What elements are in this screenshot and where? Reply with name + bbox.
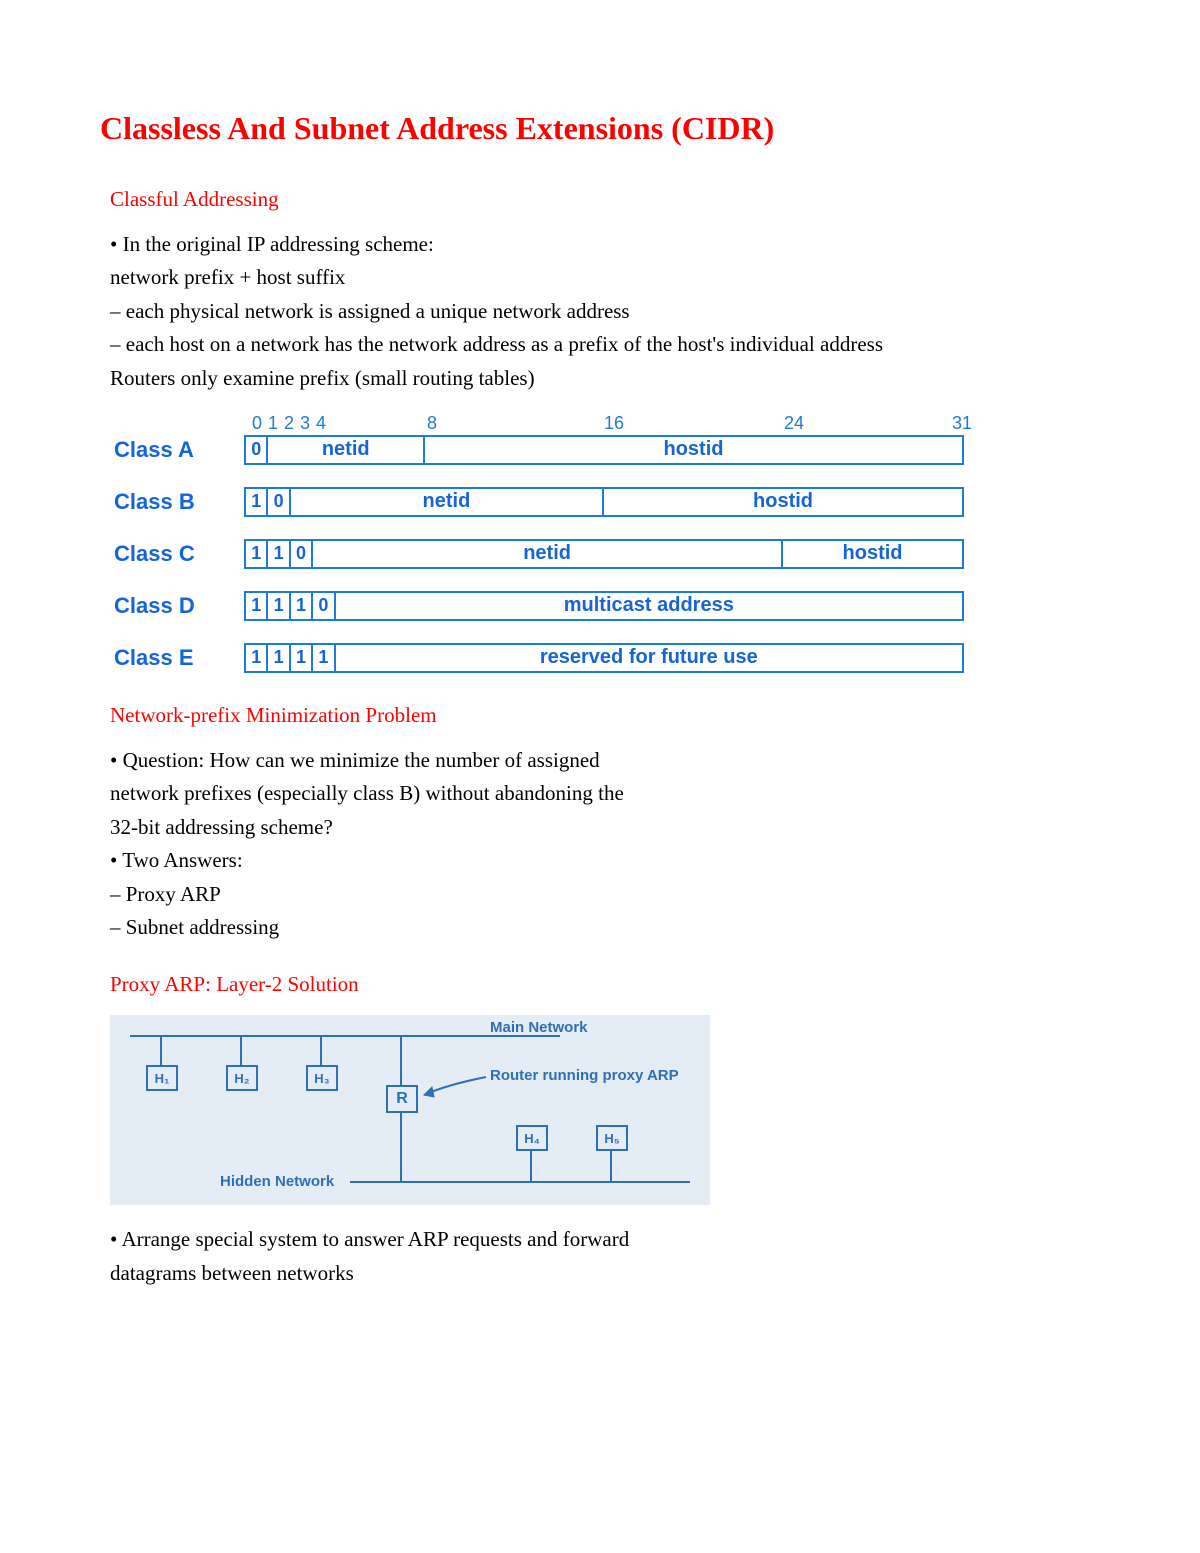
segment-reserved-for-future-use: reserved for future use [336, 645, 962, 671]
bit-marker: 1 [268, 413, 278, 434]
prefix-bit: 1 [313, 645, 335, 671]
bits-box: 1111reserved for future use [244, 643, 964, 673]
text-line: – Subnet addressing [110, 913, 890, 942]
router-drop-bottom [400, 1111, 402, 1181]
prefix-bit: 1 [291, 645, 313, 671]
prefix-bit: 1 [246, 593, 268, 619]
hidden-network-label: Hidden Network [220, 1173, 334, 1190]
bits-box: 0netidhostid [244, 435, 964, 465]
bit-marker: 2 [284, 413, 294, 434]
text-line: datagrams between networks [110, 1259, 890, 1288]
router-label: Router running proxy ARP [490, 1067, 679, 1084]
router-box: R [386, 1085, 418, 1113]
class-label: Class B [110, 489, 244, 515]
segment-hostid: hostid [425, 437, 962, 463]
proxy-arp-diagram: Main Network H₁ H₂ H₃ R Router running p… [110, 1015, 710, 1205]
page-title: Classless And Subnet Address Extensions … [100, 110, 1100, 147]
text-line: • Question: How can we minimize the numb… [110, 746, 890, 775]
bits-box: 1110multicast address [244, 591, 964, 621]
bit-marker: 8 [427, 413, 437, 434]
text-line: – each host on a network has the network… [110, 330, 890, 359]
bit-marker: 4 [316, 413, 326, 434]
text-line: – Proxy ARP [110, 880, 890, 909]
segment-multicast-address: multicast address [336, 593, 962, 619]
drop-line [160, 1035, 162, 1065]
heading-classful: Classful Addressing [110, 187, 1100, 212]
class-row: Class C110netidhostid [110, 539, 1100, 569]
bit-marker: 0 [252, 413, 262, 434]
class-label: Class A [110, 437, 244, 463]
heading-minimization: Network-prefix Minimization Problem [110, 703, 1100, 728]
drop-line [240, 1035, 242, 1065]
class-row: Class A0netidhostid [110, 435, 1100, 465]
text-line: Routers only examine prefix (small routi… [110, 364, 890, 393]
prefix-bit: 0 [291, 541, 313, 567]
prefix-bit: 0 [268, 489, 290, 515]
bit-marker: 3 [300, 413, 310, 434]
class-label: Class C [110, 541, 244, 567]
prefix-bit: 1 [268, 645, 290, 671]
main-network-label: Main Network [490, 1019, 588, 1036]
text-line: • In the original IP addressing scheme: [110, 230, 890, 259]
hidden-network-line [350, 1181, 690, 1183]
drop-line [320, 1035, 322, 1065]
class-row: Class D1110multicast address [110, 591, 1100, 621]
proxy-text: • Arrange special system to answer ARP r… [100, 1225, 1100, 1288]
class-label: Class D [110, 593, 244, 619]
class-address-diagram: 0 1 2 3 4 8 16 24 31 Class A0netidhostid… [110, 413, 1100, 673]
segment-hostid: hostid [604, 489, 962, 515]
bit-scale: 0 1 2 3 4 8 16 24 31 [252, 413, 972, 435]
classful-text: • In the original IP addressing scheme: … [100, 230, 1100, 393]
bits-box: 10netidhostid [244, 487, 964, 517]
segment-netid: netid [291, 489, 604, 515]
host-box: H₁ [146, 1065, 178, 1091]
text-line: • Arrange special system to answer ARP r… [110, 1225, 890, 1254]
text-line: – each physical network is assigned a un… [110, 297, 890, 326]
prefix-bit: 1 [246, 489, 268, 515]
bit-marker: 16 [604, 413, 624, 434]
prefix-bit: 1 [268, 541, 290, 567]
prefix-bit: 1 [246, 645, 268, 671]
host-box: H₅ [596, 1125, 628, 1151]
prefix-bit: 0 [246, 437, 268, 463]
text-line: 32-bit addressing scheme? [110, 813, 890, 842]
class-row: Class B10netidhostid [110, 487, 1100, 517]
text-line: network prefix + host suffix [110, 263, 890, 292]
class-row: Class E1111reserved for future use [110, 643, 1100, 673]
prefix-bit: 1 [291, 593, 313, 619]
heading-proxy: Proxy ARP: Layer-2 Solution [110, 972, 1100, 997]
router-drop-top [400, 1035, 402, 1085]
bit-marker: 31 [952, 413, 972, 434]
host-box: H₂ [226, 1065, 258, 1091]
segment-netid: netid [313, 541, 783, 567]
rise-line [610, 1149, 612, 1181]
bits-box: 110netidhostid [244, 539, 964, 569]
prefix-bit: 1 [246, 541, 268, 567]
minimization-text: • Question: How can we minimize the numb… [100, 746, 1100, 942]
host-box: H₄ [516, 1125, 548, 1151]
arrow-icon [416, 1073, 488, 1103]
rise-line [530, 1149, 532, 1181]
text-line: • Two Answers: [110, 846, 890, 875]
text-line: network prefixes (especially class B) wi… [110, 779, 890, 808]
bit-marker: 24 [784, 413, 804, 434]
segment-hostid: hostid [783, 541, 962, 567]
prefix-bit: 0 [313, 593, 335, 619]
prefix-bit: 1 [268, 593, 290, 619]
class-label: Class E [110, 645, 244, 671]
segment-netid: netid [268, 437, 425, 463]
host-box: H₃ [306, 1065, 338, 1091]
document-page: Classless And Subnet Address Extensions … [0, 0, 1200, 1553]
